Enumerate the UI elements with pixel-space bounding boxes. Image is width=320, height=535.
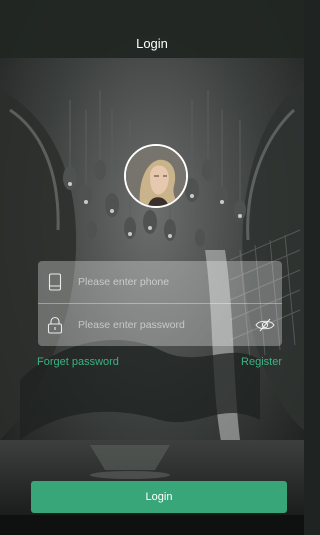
login-form (38, 261, 282, 346)
title-bar: Login (0, 0, 304, 58)
avatar (124, 144, 188, 208)
auth-links: Forget password Register (37, 356, 282, 372)
forget-password-link[interactable]: Forget password (37, 356, 119, 368)
password-row (38, 304, 282, 346)
login-button[interactable]: Login (31, 481, 287, 513)
lock-icon (40, 304, 70, 346)
password-input[interactable] (70, 310, 248, 340)
eye-off-icon[interactable] (248, 304, 282, 346)
phone-icon (40, 261, 70, 303)
login-screen: Login Please enter phone Forget password… (0, 0, 304, 535)
phone-input[interactable] (70, 267, 282, 297)
page-title: Login (136, 35, 168, 51)
avatar-image (126, 146, 186, 206)
register-link[interactable]: Register (241, 356, 282, 368)
phone-row (38, 261, 282, 303)
